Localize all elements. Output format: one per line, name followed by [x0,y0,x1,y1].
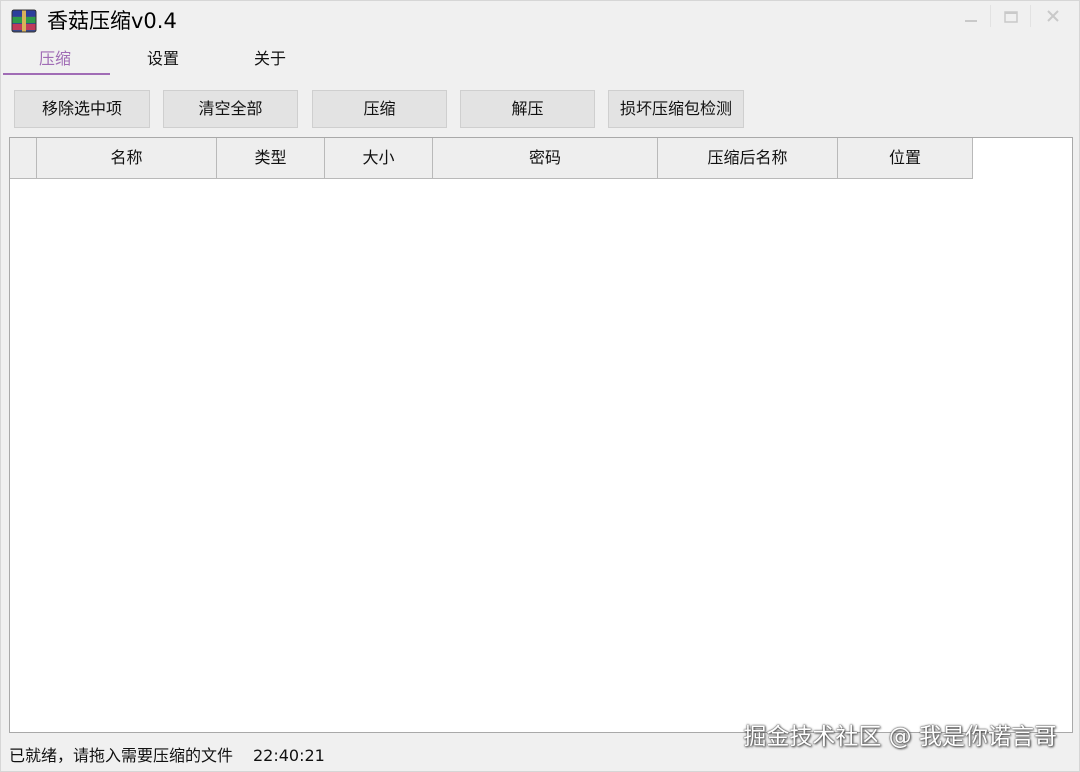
status-message: 已就绪，请拖入需要压缩的文件 [9,746,234,765]
minimize-button[interactable] [953,3,989,29]
decompress-button[interactable]: 解压 [460,90,595,128]
compress-button[interactable]: 压缩 [312,90,447,128]
tab-about[interactable]: 关于 [254,49,286,69]
title-separator [1030,5,1031,27]
watermark-text: 掘金技术社区 @ 我是你诺言哥 [743,724,1057,750]
damage-check-button[interactable]: 损坏压缩包检测 [608,90,744,128]
title-separator [990,5,991,27]
column-header-location[interactable]: 位置 [838,138,973,178]
maximize-button[interactable] [993,3,1029,29]
column-header-name[interactable]: 名称 [37,138,217,178]
tab-compress[interactable]: 压缩 [39,49,71,69]
column-header-password[interactable]: 密码 [433,138,658,178]
close-button[interactable] [1035,3,1071,29]
active-tab-indicator [3,73,110,75]
clear-all-button[interactable]: 清空全部 [163,90,298,128]
table-header: 名称 类型 大小 密码 压缩后名称 位置 [10,138,973,179]
column-header-type[interactable]: 类型 [217,138,325,178]
column-header-size[interactable]: 大小 [325,138,433,178]
tab-settings[interactable]: 设置 [147,49,179,69]
archive-app-icon [11,9,37,33]
app-window: 香菇压缩v0.4 压缩 设置 关于 移除选中项 清空全部 压缩 解压 损坏压缩包… [0,0,1080,772]
window-title: 香菇压缩v0.4 [47,9,177,33]
status-time: 22:40:21 [253,746,325,765]
column-header-compressed-name[interactable]: 压缩后名称 [658,138,838,178]
file-list[interactable]: 名称 类型 大小 密码 压缩后名称 位置 [9,137,1073,733]
close-icon [1047,10,1059,22]
column-header-checkbox[interactable] [10,138,37,178]
maximize-icon [1004,11,1018,23]
remove-selected-button[interactable]: 移除选中项 [14,90,150,128]
minimize-icon [965,20,977,22]
title-bar[interactable]: 香菇压缩v0.4 [1,1,1079,41]
tab-strip: 压缩 设置 关于 [1,43,1079,77]
